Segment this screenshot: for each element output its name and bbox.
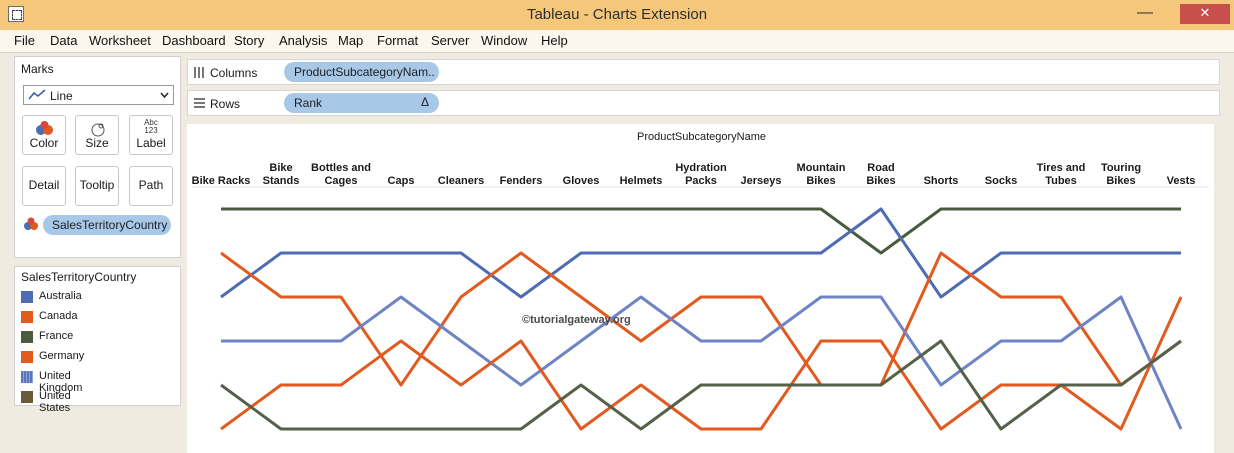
minimize-button[interactable]: —	[1135, 4, 1155, 24]
legend-swatch	[21, 291, 33, 303]
menu-data[interactable]: Data	[50, 33, 77, 48]
detail-button-label: Detail	[28, 178, 60, 192]
menu-format[interactable]: Format	[377, 33, 418, 48]
color-field-icon	[24, 217, 38, 230]
series-line[interactable]	[220, 251, 1182, 387]
legend-label: Australia	[39, 290, 82, 302]
series-line[interactable]	[221, 295, 1183, 430]
label-icon: Abc 123	[144, 118, 158, 135]
legend-label: United States	[39, 390, 71, 414]
rows-pill[interactable]: Rank Δ	[284, 93, 439, 113]
mark-type-value: Line	[50, 89, 73, 103]
rows-label: Rows	[210, 97, 241, 111]
columns-label: Columns	[210, 66, 258, 80]
legend-swatch	[21, 391, 33, 403]
close-button[interactable]: ✕	[1180, 4, 1230, 24]
rows-icon	[194, 98, 205, 108]
marks-title: Marks	[21, 62, 54, 76]
line-mark-icon	[28, 89, 46, 100]
size-button-label: Size	[85, 136, 109, 150]
window-title: Tableau - Charts Extension	[526, 6, 708, 23]
size-icon	[91, 123, 105, 137]
chart-view: ProductSubcategoryName Bike Racks Bike St…	[187, 124, 1214, 453]
series-line[interactable]	[220, 207, 1181, 299]
title-bar: Tableau - Charts Extension — ✕	[0, 0, 1234, 30]
menu-bar: File Data Worksheet Dashboard Story Anal…	[0, 30, 1234, 53]
watermark: ©tutorialgateway.org	[522, 314, 631, 326]
tooltip-button-label: Tooltip	[79, 178, 115, 192]
columns-icon	[194, 67, 204, 78]
mark-type-select[interactable]: Line	[23, 85, 174, 105]
legend-label: Germany	[39, 350, 85, 362]
legend-label: Canada	[39, 310, 78, 322]
menu-dashboard[interactable]: Dashboard	[162, 33, 226, 48]
path-button-label: Path	[138, 178, 164, 192]
detail-button[interactable]: Detail	[22, 166, 66, 206]
label-button[interactable]: Abc 123 Label	[129, 115, 173, 155]
color-button-label: Color	[29, 136, 59, 150]
series-line[interactable]	[220, 296, 1183, 431]
menu-file[interactable]: File	[14, 33, 35, 48]
tooltip-button[interactable]: Tooltip	[75, 166, 119, 206]
path-button[interactable]: Path	[129, 166, 173, 206]
label-button-label: Label	[136, 136, 166, 150]
color-legend: SalesTerritoryCountry Australia Canada F…	[14, 266, 181, 414]
legend-swatch	[21, 351, 33, 363]
menu-worksheet[interactable]: Worksheet	[89, 33, 151, 48]
columns-pill-label: ProductSubcategoryNam..	[294, 65, 435, 79]
legend-label: France	[39, 330, 74, 342]
menu-analysis[interactable]: Analysis	[279, 33, 327, 48]
legend-swatch	[21, 311, 33, 323]
rows-pill-label: Rank	[294, 96, 323, 110]
chevron-down-icon	[160, 92, 169, 98]
table-calc-delta-icon: Δ	[420, 95, 429, 109]
series-line[interactable]	[221, 207, 1181, 255]
color-icon	[36, 121, 53, 135]
menu-story[interactable]: Story	[234, 33, 264, 48]
columns-pill[interactable]: ProductSubcategoryNam..	[284, 62, 439, 82]
legend-swatch	[21, 331, 33, 343]
menu-help[interactable]: Help	[541, 33, 568, 48]
rows-shelf: Rows Rank Δ	[187, 90, 1220, 116]
color-field-pill-label: SalesTerritoryCountry	[52, 218, 168, 232]
menu-window[interactable]: Window	[481, 33, 527, 48]
size-button[interactable]: Size	[75, 115, 119, 155]
bump-chart	[192, 186, 1209, 431]
legend-title: SalesTerritoryCountry	[21, 270, 137, 284]
color-field-pill[interactable]: SalesTerritoryCountry	[43, 215, 171, 235]
menu-map[interactable]: Map	[338, 33, 363, 48]
color-button[interactable]: Color	[22, 115, 66, 155]
menu-server[interactable]: Server	[431, 33, 469, 48]
columns-shelf: Columns ProductSubcategoryNam..	[187, 59, 1220, 85]
marks-card: Marks Line Color Size Abc 123 Label Detai…	[14, 56, 181, 258]
legend-swatch	[21, 371, 33, 383]
